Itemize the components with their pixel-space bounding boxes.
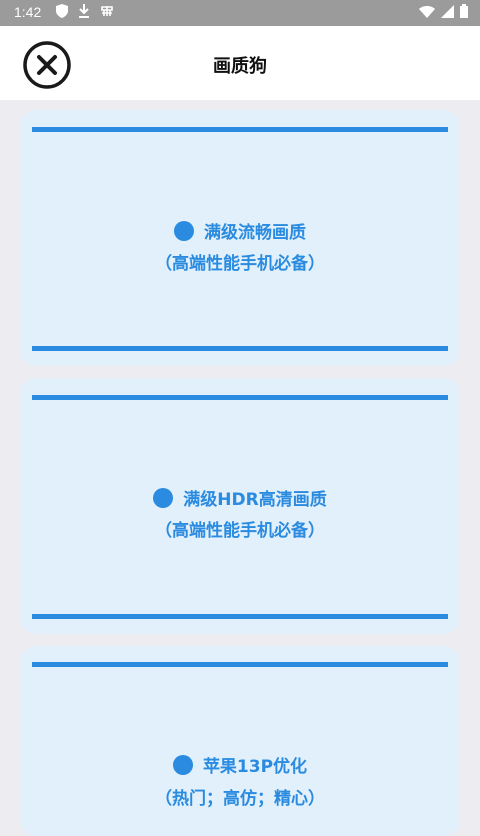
card-top-bar <box>32 662 448 667</box>
card-top-bar <box>32 127 448 132</box>
status-icons-right <box>419 4 468 23</box>
shield-icon <box>56 4 68 23</box>
card-title-row: 满级流畅画质 <box>20 218 460 243</box>
status-bar: 1:42 <box>0 0 480 26</box>
signal-icon <box>441 4 454 23</box>
status-icons-left <box>56 4 114 23</box>
card-top-bar <box>32 395 448 400</box>
card-bottom-bar <box>32 346 448 351</box>
option-card-smooth[interactable]: 满级流畅画质 （高端性能手机必备） <box>20 110 460 366</box>
bullet-dot-icon <box>174 220 194 241</box>
page-title: 画质狗 <box>213 56 267 77</box>
option-card-hdr[interactable]: 满级HDR高清画质 （高端性能手机必备） <box>20 378 460 634</box>
debug-icon <box>100 4 114 23</box>
option-title: 满级流畅画质 <box>204 223 306 243</box>
card-bottom-bar <box>32 614 448 619</box>
option-title: 苹果13P优化 <box>202 757 308 777</box>
bullet-dot-icon <box>153 487 174 508</box>
option-subtitle: （热门；高仿；精心） <box>155 789 325 809</box>
battery-icon <box>460 4 468 23</box>
status-time: 1:42 <box>14 4 42 20</box>
wifi-icon <box>419 5 435 23</box>
card-title-row: 苹果13P优化 <box>20 752 460 777</box>
app-header: 画质狗 <box>0 26 480 100</box>
option-title: 满级HDR高清画质 <box>183 490 327 510</box>
card-title-row: 满级HDR高清画质 <box>20 485 460 510</box>
download-icon <box>78 4 90 23</box>
bullet-dot-icon <box>172 754 193 775</box>
option-subtitle: （高端性能手机必备） <box>155 521 325 541</box>
option-subtitle: （高端性能手机必备） <box>155 254 325 274</box>
option-card-iphone13p[interactable]: 苹果13P优化 （热门；高仿；精心） <box>20 646 460 836</box>
